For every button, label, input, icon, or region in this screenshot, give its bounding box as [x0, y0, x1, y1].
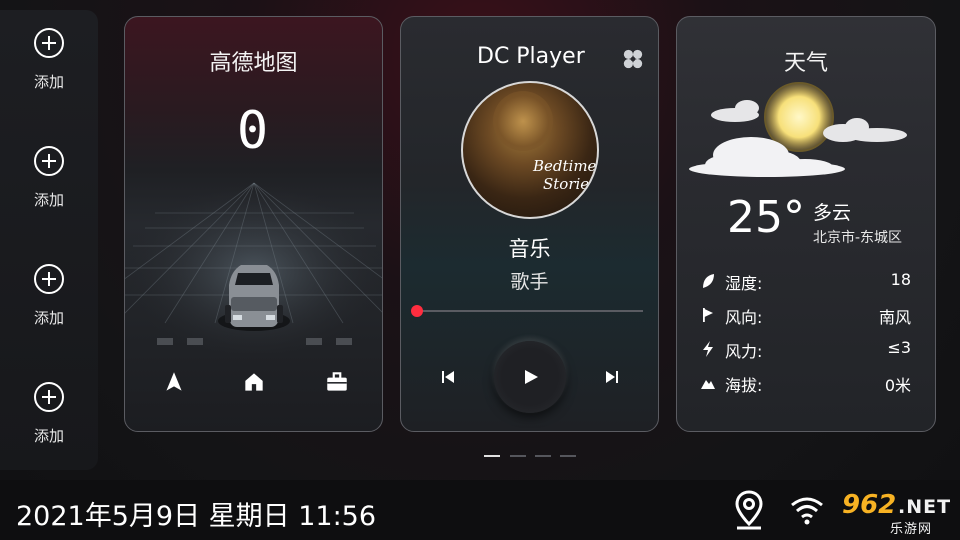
- map-card-title: 高德地图: [209, 51, 298, 76]
- song-title: 音乐: [508, 237, 551, 261]
- weather-card[interactable]: 天气 25° 多云 北京市-东城区 湿度: 18 风向: 南风 风力: ≤3 海…: [676, 16, 936, 432]
- flag-icon: [703, 308, 713, 322]
- album-art: Bedtime Stories: [461, 81, 599, 219]
- page-dot[interactable]: [560, 455, 576, 457]
- add-label: 添加: [33, 73, 64, 91]
- add-label: 添加: [33, 309, 64, 327]
- play-button[interactable]: [494, 341, 566, 413]
- wind-force-value: ≤3: [887, 338, 911, 357]
- leaf-icon: [703, 274, 714, 288]
- progress-track[interactable]: [417, 310, 643, 312]
- album-figure: [493, 91, 553, 151]
- watermark-number: 962: [842, 490, 897, 520]
- add-label: 添加: [33, 191, 64, 209]
- page-dot[interactable]: [535, 455, 551, 457]
- previous-icon[interactable]: [441, 370, 455, 384]
- add-slot-2[interactable]: 添加: [0, 146, 98, 226]
- weather-condition: 多云: [813, 202, 852, 224]
- album-text-1: Bedtime: [533, 157, 597, 175]
- next-icon[interactable]: [605, 370, 619, 384]
- page-dot[interactable]: [510, 455, 526, 457]
- humidity-value: 18: [890, 270, 911, 289]
- progress-knob[interactable]: [411, 305, 423, 317]
- humidity-label: 湿度:: [725, 274, 763, 293]
- location-pin-icon[interactable]: [733, 490, 765, 532]
- lightning-icon: [703, 341, 713, 357]
- wind-direction-row: 风向: 南风: [701, 304, 911, 327]
- altitude-value: 0米: [884, 376, 911, 395]
- wind-force-row: 风力: ≤3: [701, 338, 911, 361]
- wind-direction-label: 风向:: [725, 308, 763, 327]
- player-title: DC Player: [477, 44, 585, 69]
- temperature: 25°: [727, 192, 805, 243]
- wind-direction-value: 南风: [878, 308, 911, 327]
- weather-card-title: 天气: [783, 51, 828, 76]
- altitude-row: 海拔: 0米: [701, 372, 911, 395]
- add-icon: [34, 264, 64, 294]
- weather-location: 北京市-东城区: [813, 230, 903, 246]
- datetime: 2021年5月9日 星期日 11:56: [16, 501, 377, 532]
- add-label: 添加: [33, 427, 64, 445]
- page-dot[interactable]: [484, 455, 500, 457]
- humidity-row: 湿度: 18: [701, 270, 911, 293]
- cloudy-sun-icon: [689, 82, 907, 177]
- road-grid: [125, 173, 382, 353]
- watermark-net: .NET: [898, 496, 952, 518]
- home-icon[interactable]: [241, 369, 267, 395]
- artist-name: 歌手: [510, 271, 549, 293]
- music-card[interactable]: DC Player Bedtime Stories 音乐 歌手: [400, 16, 659, 432]
- watermark-logo: 962 .NET 乐游网: [820, 490, 956, 537]
- altitude-label: 海拔:: [725, 376, 763, 395]
- wifi-icon: [791, 497, 823, 525]
- add-icon: [34, 382, 64, 412]
- map-card[interactable]: 高德地图 0: [124, 16, 383, 432]
- navigate-icon[interactable]: [161, 369, 187, 395]
- add-slot-3[interactable]: 添加: [0, 264, 98, 344]
- mountain-icon: [701, 380, 715, 389]
- wind-force-label: 风力:: [725, 342, 763, 361]
- briefcase-icon[interactable]: [324, 369, 350, 395]
- add-slot-1[interactable]: 添加: [0, 28, 98, 108]
- fan-icon[interactable]: [622, 48, 644, 70]
- play-icon: [525, 370, 538, 384]
- album-text-2: Stories: [543, 175, 597, 193]
- watermark-subtitle: 乐游网: [890, 522, 933, 537]
- speed-readout: 0: [236, 101, 271, 161]
- add-icon: [34, 28, 64, 58]
- add-slot-4[interactable]: 添加: [0, 382, 98, 462]
- quick-add-sidebar: 添加 添加 添加 添加: [0, 10, 98, 470]
- add-icon: [34, 146, 64, 176]
